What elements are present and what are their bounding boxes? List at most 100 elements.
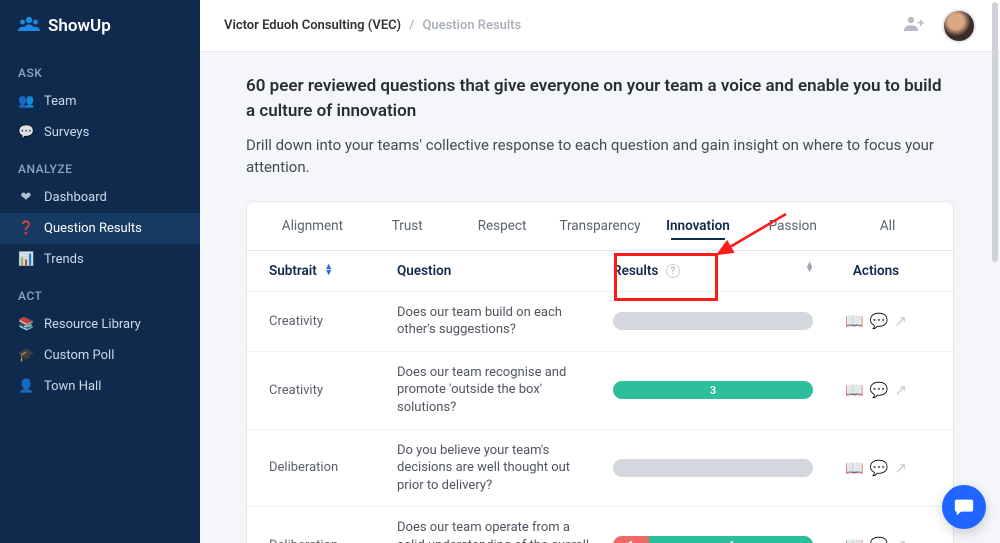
action-comment-icon[interactable]: 💬 [870,536,889,543]
action-book-icon[interactable]: 📖 [845,381,864,399]
brand-icon [18,14,40,38]
table-row: Creativity Does our team build on each ot… [247,291,953,351]
table-header: Subtrait ▲▼ Question Results ? ▲▼ Action… [247,251,953,291]
th-subtrait[interactable]: Subtrait ▲▼ [269,263,389,279]
sort-icon: ▲▼ [805,263,813,274]
cell-actions: 📖 💬 ↗ [821,381,931,399]
nav-icon: ❓ [18,221,34,236]
user-avatar[interactable] [942,9,976,43]
cell-question: Does our team recognise and promote 'out… [397,364,605,417]
cell-results: 3 [613,381,813,399]
brand-name: ShowUp [48,16,111,36]
result-bar: 3 [613,381,813,399]
action-comment-icon[interactable]: 💬 [870,312,889,330]
action-share-icon[interactable]: ↗ [894,312,907,330]
table-row: Creativity Does our team recognise and pr… [247,351,953,429]
tabs: AlignmentTrustRespectTransparencyInnovat… [247,202,953,251]
nav-trends[interactable]: 📊 Trends [0,244,200,275]
nav-section-label: ASK [0,52,200,86]
nav-surveys[interactable]: 💬 Surveys [0,117,200,148]
nav-label: Team [44,94,77,109]
cell-actions: 📖 💬 ↗ [821,459,931,477]
action-book-icon[interactable]: 📖 [845,536,864,543]
nav-label: Custom Poll [44,348,114,363]
result-segment: 1 [613,536,649,543]
action-book-icon[interactable]: 📖 [845,312,864,330]
nav-label: Dashboard [44,190,107,205]
intro-subtext: Drill down into your teams' collective r… [246,135,954,179]
chat-fab[interactable] [942,485,986,529]
action-book-icon[interactable]: 📖 [845,459,864,477]
nav-label: Resource Library [44,317,141,332]
main: Victor Eduoh Consulting (VEC) / Question… [200,0,1000,543]
table-row: Deliberation Does our team operate from a… [247,506,953,543]
nav-section-label: ANALYZE [0,148,200,182]
tab-passion[interactable]: Passion [747,202,838,250]
nav-resource-library[interactable]: 📚 Resource Library [0,309,200,340]
topbar: Victor Eduoh Consulting (VEC) / Question… [200,0,1000,52]
cell-results [613,312,813,330]
action-share-icon[interactable]: ↗ [894,459,907,477]
nav-town-hall[interactable]: 👤 Town Hall [0,371,200,402]
nav-label: Surveys [44,125,89,140]
nav-icon: 🎓 [18,348,34,363]
breadcrumb-org[interactable]: Victor Eduoh Consulting (VEC) [224,18,401,33]
nav-label: Question Results [44,221,142,236]
cell-results [613,459,813,477]
tab-respect[interactable]: Respect [457,202,548,250]
action-share-icon[interactable]: ↗ [894,536,907,543]
sidebar: ShowUp ASK 👥 Team 💬 Surveys ANALYZE ❤ Dashboard… [0,0,200,543]
nav-custom-poll[interactable]: 🎓 Custom Poll [0,340,200,371]
action-comment-icon[interactable]: 💬 [870,459,889,477]
cell-question: Does our team operate from a solid under… [397,519,605,543]
add-user-icon[interactable] [904,15,924,36]
action-comment-icon[interactable]: 💬 [870,381,889,399]
result-bar: 14 [613,536,813,543]
cell-question: Do you believe your team's decisions are… [397,442,605,495]
tab-all[interactable]: All [842,202,933,250]
table-row: Deliberation Do you believe your team's d… [247,429,953,507]
content: 60 peer reviewed questions that give eve… [200,52,1000,543]
nav-section-label: ACT [0,275,200,309]
nav-label: Trends [44,252,84,267]
intro-block: 60 peer reviewed questions that give eve… [246,74,954,179]
breadcrumb-separator: / [409,18,414,33]
cell-subtrait: Deliberation [269,538,389,543]
nav-question-results[interactable]: ❓ Question Results [0,213,200,244]
intro-heading: 60 peer reviewed questions that give eve… [246,74,954,123]
cell-subtrait: Creativity [269,383,389,398]
tab-transparency[interactable]: Transparency [551,202,648,250]
tab-innovation[interactable]: Innovation [653,202,744,250]
cell-question: Does our team build on each other's sugg… [397,304,605,339]
brand-logo[interactable]: ShowUp [0,0,200,52]
results-card: AlignmentTrustRespectTransparencyInnovat… [246,201,954,543]
nav-team[interactable]: 👥 Team [0,86,200,117]
tab-trust[interactable]: Trust [362,202,453,250]
th-results[interactable]: Results ? ▲▼ [613,263,813,279]
nav-dashboard[interactable]: ❤ Dashboard [0,182,200,213]
th-question[interactable]: Question [397,263,605,279]
nav-icon: 💬 [18,125,34,140]
nav-icon: 👤 [18,379,34,394]
nav-icon: ❤ [18,190,34,205]
result-bar [613,312,813,330]
nav-icon: 📊 [18,252,34,267]
breadcrumb-current: Question Results [422,18,521,33]
cell-subtrait: Creativity [269,314,389,329]
result-segment: 3 [613,381,813,399]
th-actions: Actions [821,263,931,279]
cell-actions: 📖 💬 ↗ [821,312,931,330]
sort-icon: ▲▼ [324,265,332,276]
help-icon[interactable]: ? [666,264,680,278]
cell-results: 14 [613,536,813,543]
nav-icon: 📚 [18,317,34,332]
cell-subtrait: Deliberation [269,460,389,475]
nav-label: Town Hall [44,379,101,394]
cell-actions: 📖 💬 ↗ [821,536,931,543]
result-bar [613,459,813,477]
action-share-icon[interactable]: ↗ [894,381,907,399]
scrollbar[interactable] [992,2,998,262]
result-segment: 4 [649,536,813,543]
tab-alignment[interactable]: Alignment [267,202,358,250]
nav-icon: 👥 [18,94,34,109]
